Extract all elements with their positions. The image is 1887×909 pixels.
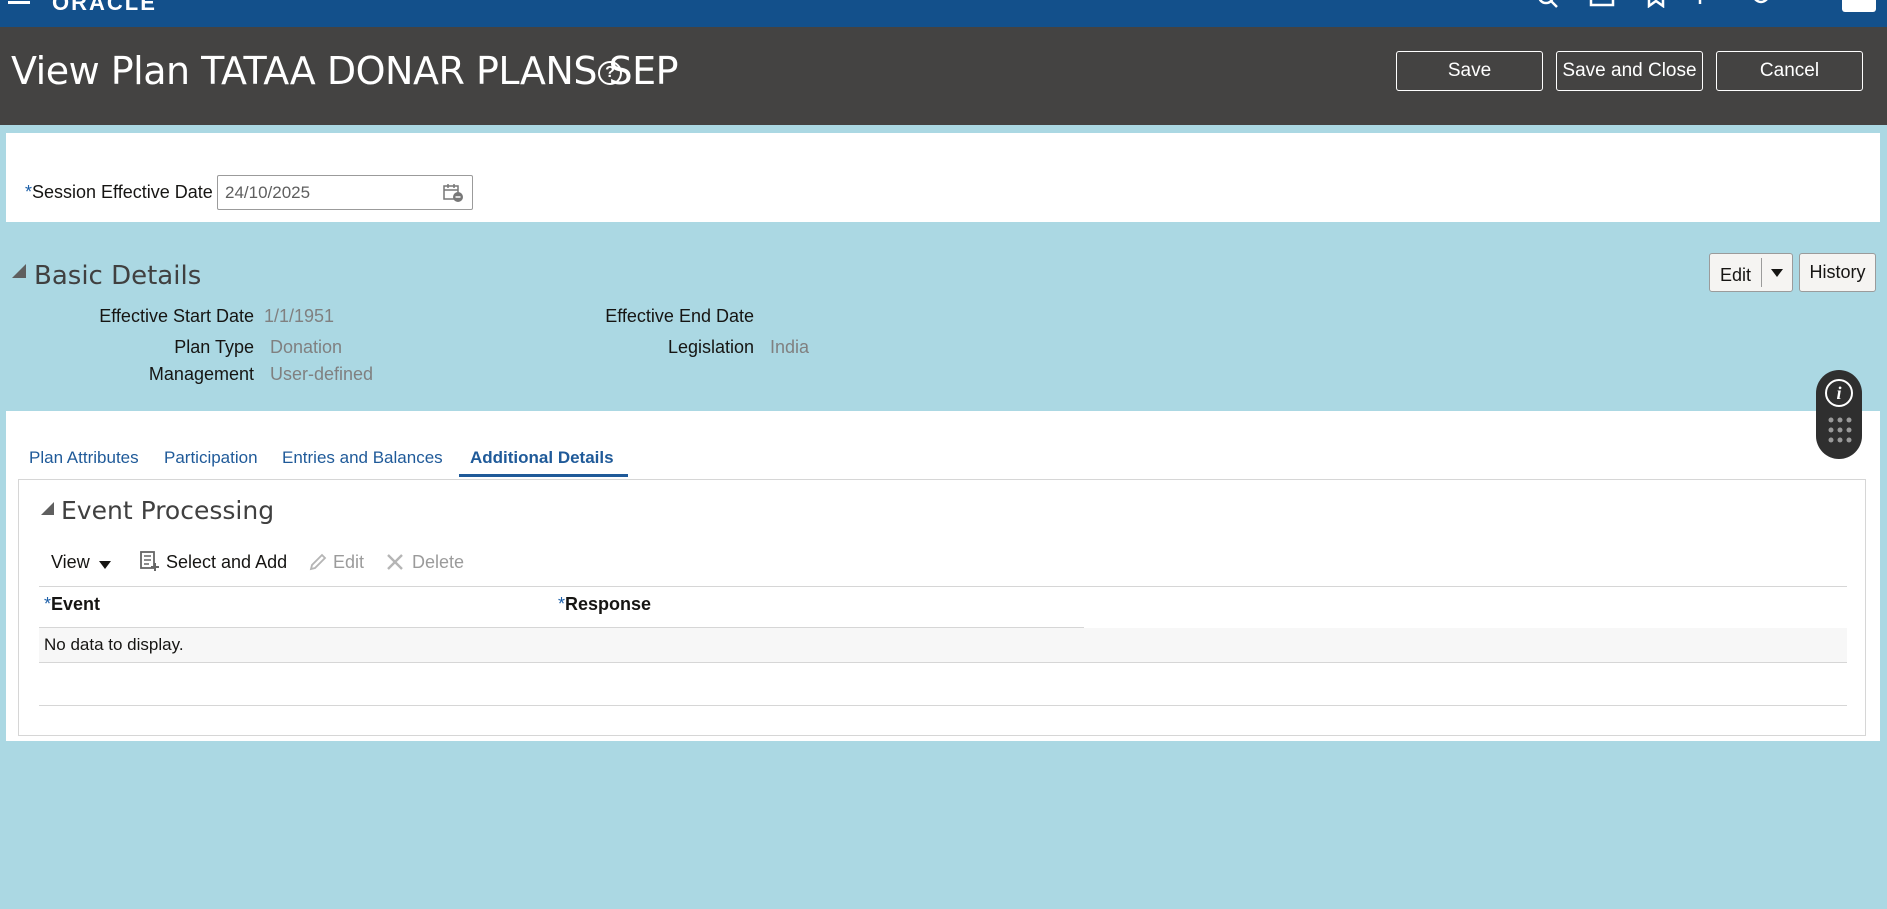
global-header: ORACLE [0,0,1887,27]
edit-row-button: Edit [333,552,365,572]
column-header-event-label: Event [51,594,101,614]
row-bottom-border [39,662,1847,663]
table-row: No data to display. [39,628,1847,662]
cancel-button[interactable]: Cancel [1716,51,1863,91]
info-icon[interactable]: i [1825,379,1853,407]
session-date-label-text: Session Effective Date [32,182,213,202]
session-date-label: *Session Effective Date [25,182,213,203]
management-label: Management [148,364,254,384]
event-processing-region: Event Processing View Select and Add Edi… [18,479,1866,736]
view-menu[interactable]: View [51,552,90,573]
calendar-icon[interactable] [443,183,465,203]
legislation-label: Legislation [667,337,754,357]
plan-type-value: Donation [270,337,343,357]
edit-menu-button[interactable]: Edit [1709,253,1793,292]
table-top-border [39,586,1847,587]
select-and-add-button[interactable]: Select and Add [166,552,287,573]
page-header: View Plan TATAA DONAR PLANS SEP ? Save S… [0,27,1887,125]
session-effective-date-region: *Session Effective Date 24/10/2025 [6,133,1880,222]
apps-icon[interactable] [1687,0,1713,8]
page-title: View Plan TATAA DONAR PLANS SEP [11,49,679,93]
empty-table-message: No data to display. [44,635,184,654]
legislation-value: India [770,337,810,357]
column-header-response[interactable]: *Response [558,594,651,615]
basic-details-title: Basic Details [34,261,202,291]
button-divider [1761,258,1762,287]
column-header-response-label: Response [565,594,652,614]
plan-type-label: Plan Type [174,337,254,357]
required-marker: * [558,594,566,614]
chevron-down-icon[interactable] [99,561,111,569]
user-avatar[interactable] [1842,0,1876,12]
effective-end-date-label: Effective End Date [605,306,754,326]
navigator-menu-icon[interactable] [8,0,32,4]
chevron-down-icon[interactable] [1771,269,1783,277]
grid-dots-icon[interactable] [1828,416,1852,448]
plan-tabs-panel: Plan Attributes Participation Entries an… [6,411,1880,741]
event-processing-title: Event Processing [61,496,275,525]
collapse-toggle-icon[interactable] [41,502,54,515]
tab-plan-attributes[interactable]: Plan Attributes [29,448,139,468]
table-bottom-border [39,705,1847,706]
required-marker: * [25,182,33,202]
delete-icon [387,554,403,570]
pencil-icon [309,553,327,571]
effective-start-date-label: Effective Start Date [99,306,254,326]
edit-button-label[interactable]: Edit [1720,265,1751,286]
management-value: User-defined [270,364,374,384]
delete-row-button: Delete [412,552,465,572]
home-icon[interactable] [1589,0,1615,8]
notifications-icon[interactable] [1748,0,1774,8]
save-button[interactable]: Save [1396,51,1543,91]
favorites-icon[interactable] [1643,0,1669,8]
tab-additional-details[interactable]: Additional Details [470,448,614,468]
history-button[interactable]: History [1799,253,1876,292]
active-tab-indicator [459,474,628,477]
column-header-event[interactable]: *Event [44,594,100,615]
required-marker: * [44,594,52,614]
oracle-logo: ORACLE [52,0,157,15]
effective-start-date-value: 1/1/1951 [264,306,335,326]
help-icon[interactable]: ? [598,61,622,85]
tab-participation[interactable]: Participation [164,448,258,468]
session-date-input[interactable]: 24/10/2025 [217,175,473,210]
search-icon[interactable] [1535,0,1561,8]
tab-entries-and-balances[interactable]: Entries and Balances [282,448,443,468]
info-widget[interactable]: i [1816,370,1862,459]
select-and-add-icon[interactable] [140,551,160,571]
collapse-toggle-icon[interactable] [12,264,26,278]
save-and-close-button[interactable]: Save and Close [1556,51,1703,91]
